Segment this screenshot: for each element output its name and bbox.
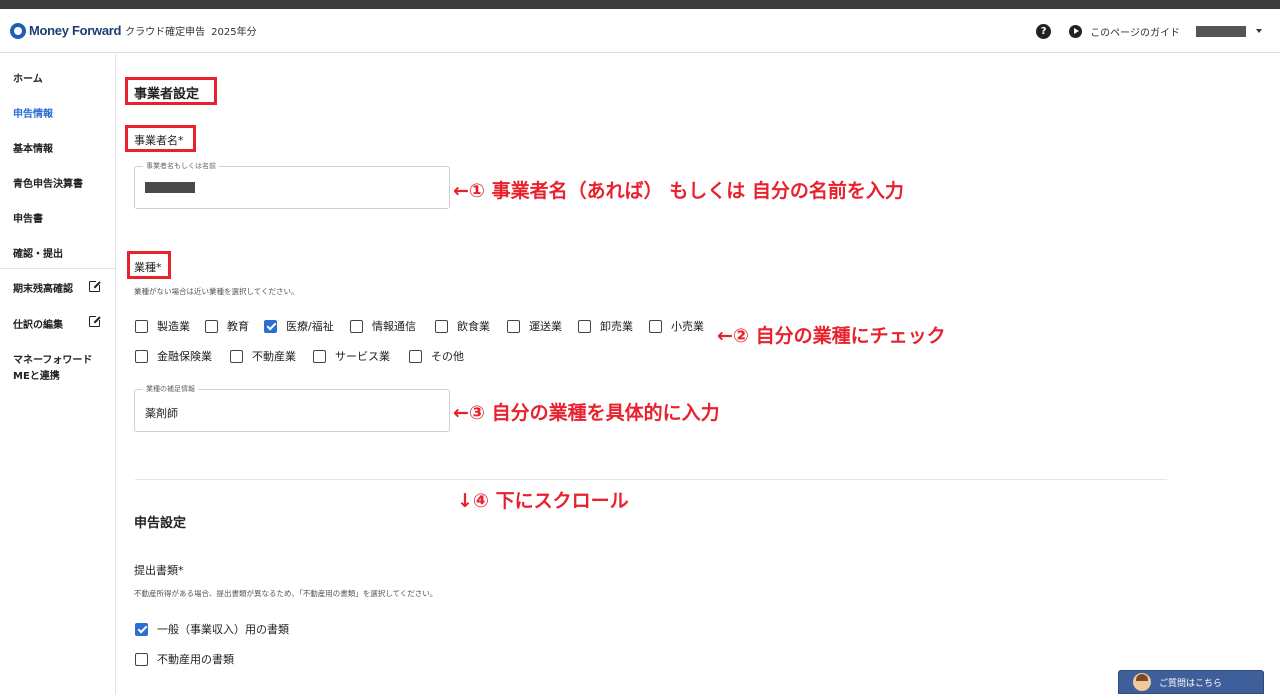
- business-name-field-legend: 事業者名もしくは名前: [143, 161, 219, 171]
- support-avatar-icon: [1133, 673, 1151, 691]
- logo[interactable]: Money Forward クラウド確定申告: [10, 22, 206, 39]
- checkbox[interactable]: [230, 349, 243, 363]
- section-title-business: 事業者設定: [134, 87, 200, 102]
- annotation-2: ←② 自分の業種にチェック: [717, 325, 946, 347]
- checkbox[interactable]: [507, 319, 520, 333]
- help-icon[interactable]: ?: [1036, 23, 1052, 39]
- sidebar-divider: [0, 268, 116, 269]
- industry-checkbox-education[interactable]: 教育: [205, 318, 249, 334]
- section-title-filing: 申告設定: [134, 516, 187, 531]
- sidebar-item-confirm-submit[interactable]: 確認・提出: [13, 245, 63, 260]
- checkbox[interactable]: [350, 319, 363, 333]
- section-divider: [135, 479, 1167, 480]
- industry-detail-field-legend: 業種の補足情報: [143, 384, 198, 394]
- sidebar-item-journal-edit[interactable]: 仕訳の編集: [13, 316, 63, 331]
- sidebar-item-home[interactable]: ホーム: [13, 70, 43, 85]
- checkbox[interactable]: [578, 319, 591, 333]
- sidebar-item-moneyforward-me[interactable]: マネーフォワード: [13, 351, 92, 366]
- external-link-icon[interactable]: [89, 279, 102, 292]
- sidebar-item-blue-return[interactable]: 青色申告決算書: [13, 175, 83, 190]
- industry-checkbox-service[interactable]: サービス業: [313, 348, 390, 364]
- industry-note: 業種がない場合は近い業種を選択してください。: [134, 287, 299, 296]
- header-actions: ? このページのガイド: [1036, 9, 1262, 53]
- industry-checkbox-transport[interactable]: 運送業: [507, 318, 562, 334]
- tax-year: 2025年分: [211, 27, 257, 38]
- page-guide-link[interactable]: このページのガイド: [1090, 24, 1180, 39]
- checkbox[interactable]: [205, 319, 218, 333]
- industry-detail-field[interactable]: 業種の補足情報 薬剤師: [134, 384, 450, 432]
- industry-checkbox-real-estate[interactable]: 不動産業: [230, 348, 296, 364]
- app-header: Money Forward クラウド確定申告 2025年分 ? このページのガイ…: [0, 9, 1280, 53]
- chevron-down-icon[interactable]: [1256, 29, 1262, 33]
- industry-checkbox-finance[interactable]: 金融保険業: [135, 348, 212, 364]
- industry-checkbox-other[interactable]: その他: [409, 348, 464, 364]
- checkbox[interactable]: [435, 319, 448, 333]
- documents-label: 提出書類*: [134, 564, 184, 577]
- checkbox[interactable]: [135, 349, 148, 363]
- sidebar: ホーム 申告情報 基本情報 青色申告決算書 申告書 確認・提出 期末残高確認 仕…: [0, 54, 116, 694]
- ask-question-label: ご質問はこちら: [1159, 678, 1223, 689]
- window-top-bar: [0, 0, 1280, 9]
- industry-checkbox-manufacturing[interactable]: 製造業: [135, 318, 190, 334]
- user-name-redacted[interactable]: [1196, 25, 1246, 37]
- business-name-redacted: [145, 182, 195, 193]
- external-link-icon[interactable]: [89, 314, 102, 327]
- industry-checkbox-food[interactable]: 飲食業: [435, 318, 490, 334]
- sidebar-item-me-link[interactable]: MEと連携: [13, 367, 60, 382]
- sidebar-item-filing-info[interactable]: 申告情報: [13, 105, 53, 120]
- checkbox[interactable]: [649, 319, 662, 333]
- checkbox[interactable]: [135, 319, 148, 333]
- industry-checkbox-wholesale[interactable]: 卸売業: [578, 318, 633, 334]
- document-checkbox-real-estate[interactable]: 不動産用の書類: [135, 651, 234, 667]
- play-icon[interactable]: [1069, 24, 1083, 38]
- industry-checkbox-medical-welfare[interactable]: 医療/福祉: [264, 318, 334, 334]
- logo-text: Money Forward: [29, 23, 122, 38]
- checkbox[interactable]: [409, 349, 422, 363]
- annotation-1: ←① 事業者名（あれば） もしくは 自分の名前を入力: [453, 180, 904, 202]
- money-forward-logo-icon: [10, 22, 26, 39]
- documents-note: 不動産所得がある場合、提出書類が異なるため、「不動産用の書類」を選択してください…: [134, 589, 438, 598]
- sidebar-item-closing-balance[interactable]: 期末残高確認: [13, 280, 73, 295]
- industry-detail-value: 薬剤師: [145, 407, 178, 420]
- sidebar-item-return-form[interactable]: 申告書: [13, 210, 43, 225]
- product-name: クラウド確定申告: [125, 27, 206, 38]
- annotation-4: ↓④ 下にスクロール: [457, 490, 629, 512]
- checkbox-checked[interactable]: [135, 622, 148, 636]
- industry-checkbox-it[interactable]: 情報通信: [350, 318, 416, 334]
- checkbox[interactable]: [313, 349, 326, 363]
- industry-label: 業種*: [134, 261, 162, 274]
- checkbox-checked[interactable]: [264, 319, 277, 333]
- checkbox[interactable]: [135, 652, 148, 666]
- ask-question-button[interactable]: ご質問はこちら: [1118, 670, 1264, 694]
- main-content: 事業者設定 事業者名* 事業者名もしくは名前 ←① 事業者名（あれば） もしくは…: [117, 54, 1280, 694]
- business-name-label: 事業者名*: [134, 134, 184, 147]
- sidebar-item-basic-info[interactable]: 基本情報: [13, 140, 53, 155]
- annotation-3: ←③ 自分の業種を具体的に入力: [453, 402, 720, 424]
- industry-checkbox-retail[interactable]: 小売業: [649, 318, 704, 334]
- document-checkbox-general[interactable]: 一般（事業収入）用の書類: [135, 621, 289, 637]
- business-name-field[interactable]: 事業者名もしくは名前: [134, 161, 450, 209]
